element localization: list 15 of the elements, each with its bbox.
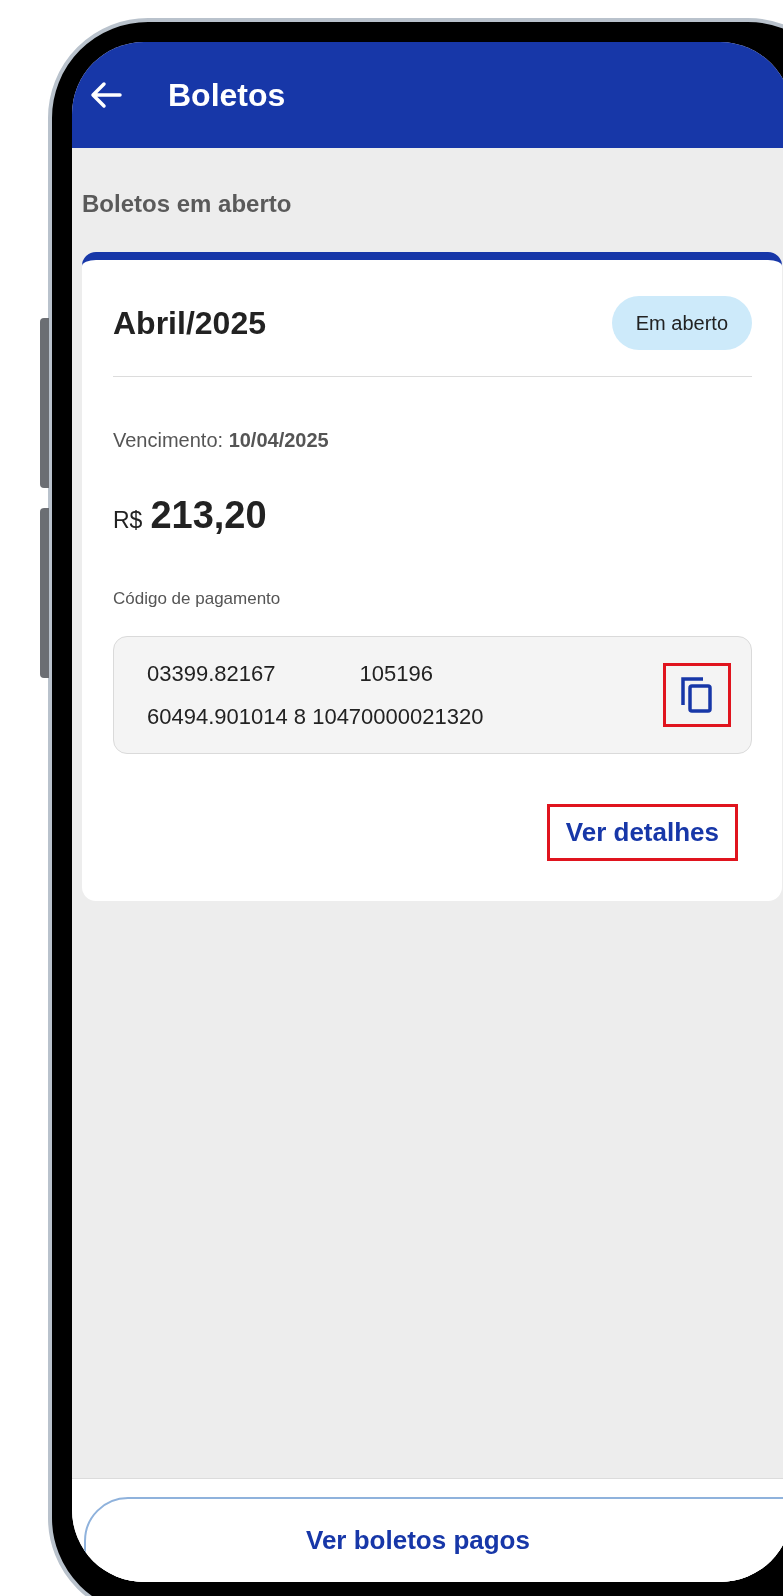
copy-button[interactable] (663, 662, 731, 727)
payment-code-text: 03399.82167 (147, 659, 276, 688)
currency-symbol: R$ (113, 506, 143, 535)
payment-code-text: 60494.901014 8 10470000021320 (147, 702, 484, 731)
paid-boletos-button[interactable]: Ver boletos pagos (84, 1497, 783, 1582)
payment-code-text: 105196 (359, 659, 433, 688)
amount-value: 213,20 (150, 493, 267, 538)
due-date-text: Vencimento: 10/04/2025 (113, 428, 330, 453)
section-title: Boletos em aberto (81, 189, 293, 219)
month-title: Abril/2025 (113, 304, 266, 343)
details-link[interactable]: Ver detalhes (546, 803, 738, 861)
code-label: Código de pagamento (113, 588, 282, 610)
page-title: Boletos (168, 76, 286, 115)
copy-icon (679, 674, 715, 715)
status-badge: Em aberto (611, 296, 752, 350)
